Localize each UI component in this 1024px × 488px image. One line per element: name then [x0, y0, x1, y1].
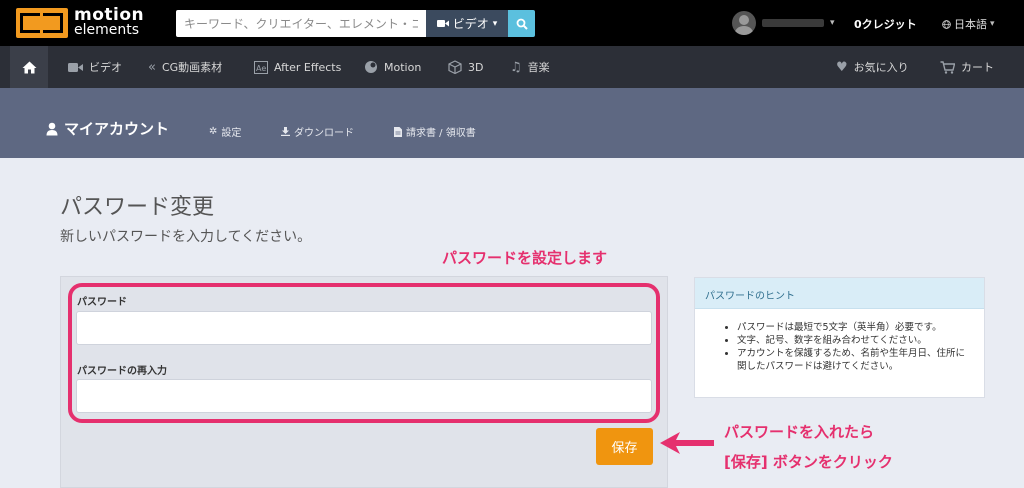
- nav-item-video[interactable]: ビデオ: [68, 46, 122, 88]
- page-title: パスワード変更: [60, 195, 215, 220]
- cg-icon: «: [148, 59, 156, 75]
- nav-item-cg[interactable]: « CG動画素材: [148, 46, 222, 88]
- nav-home[interactable]: [10, 46, 48, 88]
- svg-text:Ae: Ae: [256, 64, 266, 73]
- after-effects-icon: Ae: [254, 60, 268, 74]
- credits-link[interactable]: 0クレジット: [854, 16, 917, 32]
- search-button[interactable]: [508, 10, 535, 37]
- video-camera-icon: [436, 20, 449, 27]
- page-subtitle: 新しいパスワードを入力してください。: [60, 229, 312, 245]
- search-input[interactable]: [176, 10, 426, 37]
- nav-item-cart[interactable]: カート: [940, 46, 994, 88]
- logo-text-elements: elements: [74, 22, 140, 38]
- gear-icon: ✲: [209, 126, 218, 137]
- home-icon: [22, 61, 36, 73]
- motion-icon: [365, 61, 377, 73]
- nav-item-after-effects[interactable]: Ae After Effects: [254, 46, 341, 88]
- logo-mark: [16, 8, 68, 38]
- list-item: パスワードは最短で5文字（英半角）必要です。: [737, 321, 970, 334]
- search-type-dropdown[interactable]: ビデオ ▾: [426, 10, 508, 37]
- main-nav: ビデオ « CG動画素材 Ae After Effects Motion 3D …: [0, 46, 1024, 88]
- password-hint-panel: パスワードのヒント パスワードは最短で5文字（英半角）必要です。 文字、記号、数…: [694, 277, 985, 398]
- password-hint-title: パスワードのヒント: [695, 278, 984, 309]
- globe-icon: [942, 19, 951, 29]
- chevron-down-icon: ▾: [492, 18, 498, 29]
- search-type-label: ビデオ: [452, 17, 489, 31]
- annotation-set-password: パスワードを設定します: [442, 249, 608, 267]
- cube-icon: [448, 60, 462, 74]
- logo-text-motion: motion: [74, 5, 145, 25]
- language-selector[interactable]: 日本語 ▾: [942, 16, 995, 32]
- list-item: アカウントを保護するため、名前や生年月日、住所に関したパスワードは避けてください…: [737, 347, 970, 373]
- nav-item-favorites[interactable]: ♥ お気に入り: [836, 46, 909, 88]
- user-menu[interactable]: ▾: [732, 11, 835, 35]
- language-label: 日本語: [954, 18, 987, 31]
- nav-item-motion[interactable]: Motion: [364, 46, 421, 88]
- user-name-redacted: [762, 19, 824, 27]
- cart-icon: [940, 60, 955, 74]
- avatar: [732, 11, 756, 35]
- account-invoices-link[interactable]: 請求書 / 領収書: [394, 124, 476, 139]
- account-downloads-link[interactable]: ダウンロード: [281, 124, 354, 139]
- account-title[interactable]: マイアカウント: [46, 118, 169, 139]
- download-icon: [281, 127, 290, 136]
- account-settings-link[interactable]: ✲ 設定: [209, 124, 241, 139]
- annotation-enter-then-line2: [保存] ボタンをクリック: [724, 453, 893, 471]
- annotation-arrow-icon: [660, 432, 714, 454]
- nav-item-3d[interactable]: 3D: [448, 46, 483, 88]
- annotation-highlight-box: [68, 283, 660, 423]
- music-icon: ♫: [510, 59, 522, 75]
- user-icon: [46, 122, 58, 135]
- search-icon: [516, 18, 528, 30]
- nav-item-music[interactable]: ♫ 音楽: [510, 46, 550, 88]
- top-bar: motion elements ビデオ ▾ ▾ 0クレジット 日本語 ▾: [0, 0, 1024, 46]
- document-icon: [394, 126, 402, 137]
- password-hint-list: パスワードは最短で5文字（英半角）必要です。 文字、記号、数字を組み合わせてくだ…: [695, 309, 984, 373]
- annotation-enter-then-line1: パスワードを入れたら: [724, 423, 875, 441]
- chevron-down-icon: ▾: [990, 19, 995, 29]
- save-button[interactable]: 保存: [596, 428, 653, 465]
- heart-icon: ♥: [836, 59, 848, 75]
- video-camera-icon: [68, 62, 83, 72]
- list-item: 文字、記号、数字を組み合わせてください。: [737, 334, 970, 347]
- logo[interactable]: motion elements: [16, 5, 145, 38]
- chevron-down-icon: ▾: [830, 18, 835, 28]
